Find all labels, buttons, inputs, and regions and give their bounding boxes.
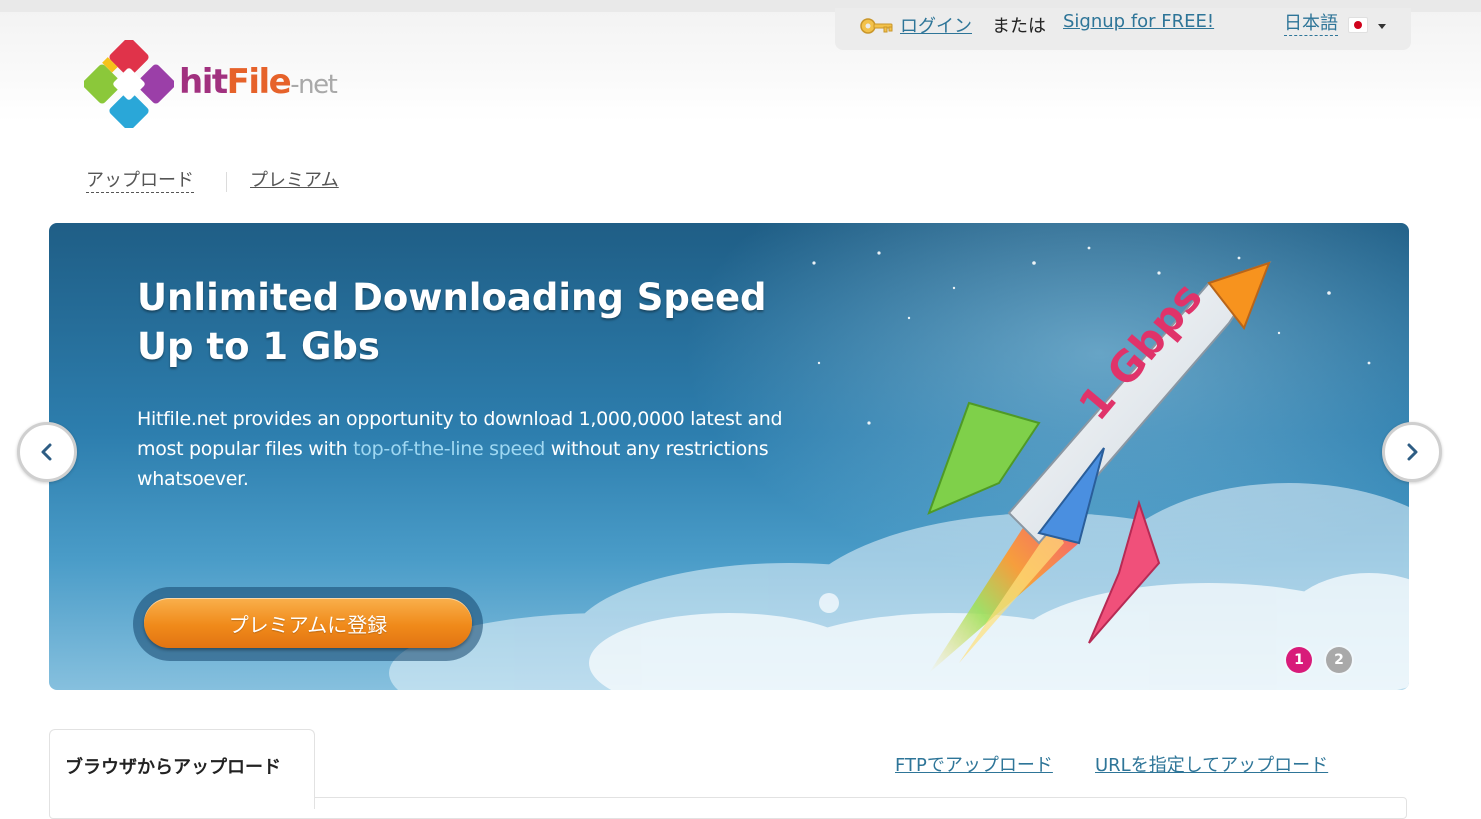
register-premium-button[interactable]: プレミアムに登録 [144,598,472,648]
carousel-next-button[interactable] [1382,422,1442,482]
carousel-page-1[interactable]: 1 [1286,647,1312,673]
logo-icon[interactable] [84,40,174,128]
japan-flag-icon[interactable] [1348,17,1368,33]
language-selector[interactable]: 日本語 [1284,13,1338,36]
tab-url-upload[interactable]: URLを指定してアップロード [1095,751,1328,777]
tab-ftp-upload[interactable]: FTPでアップロード [895,751,1053,777]
logo-part-file: File [226,62,292,102]
logo-part-hit: hit [179,62,228,102]
logo-wordmark[interactable]: hitFile-net [179,62,338,105]
signup-link[interactable]: Signup for FREE! [1063,11,1214,32]
promo-banner: 1 Gbps Unlimited Downloading Speed Up to … [49,223,1409,690]
carousel-prev-button[interactable] [17,422,77,482]
rocket-illustration: 1 Gbps [927,261,1272,673]
tab-browser-upload-label[interactable]: ブラウザからアップロード [65,753,281,779]
or-text: または [992,16,1046,37]
carousel-page-2[interactable]: 2 [1326,647,1352,673]
banner-title: Unlimited Downloading Speed Up to 1 Gbs [137,273,837,371]
caret-down-icon[interactable] [1378,24,1386,29]
banner-title-line2: Up to 1 Gbs [137,325,380,368]
nav-upload[interactable]: アップロード [86,170,194,193]
banner-description: Hitfile.net provides an opportunity to d… [137,404,817,494]
login-link[interactable]: ログイン [900,12,972,38]
nav-premium[interactable]: プレミアム [250,170,339,192]
banner-desc-highlight: top-of-the-line speed [353,438,546,460]
banner-title-line1: Unlimited Downloading Speed [137,276,767,319]
nav-divider [226,172,227,192]
key-icon [860,18,893,34]
chevron-right-icon [1407,443,1418,461]
logo-part-net: -net [290,70,338,100]
chevron-left-icon [41,443,52,461]
